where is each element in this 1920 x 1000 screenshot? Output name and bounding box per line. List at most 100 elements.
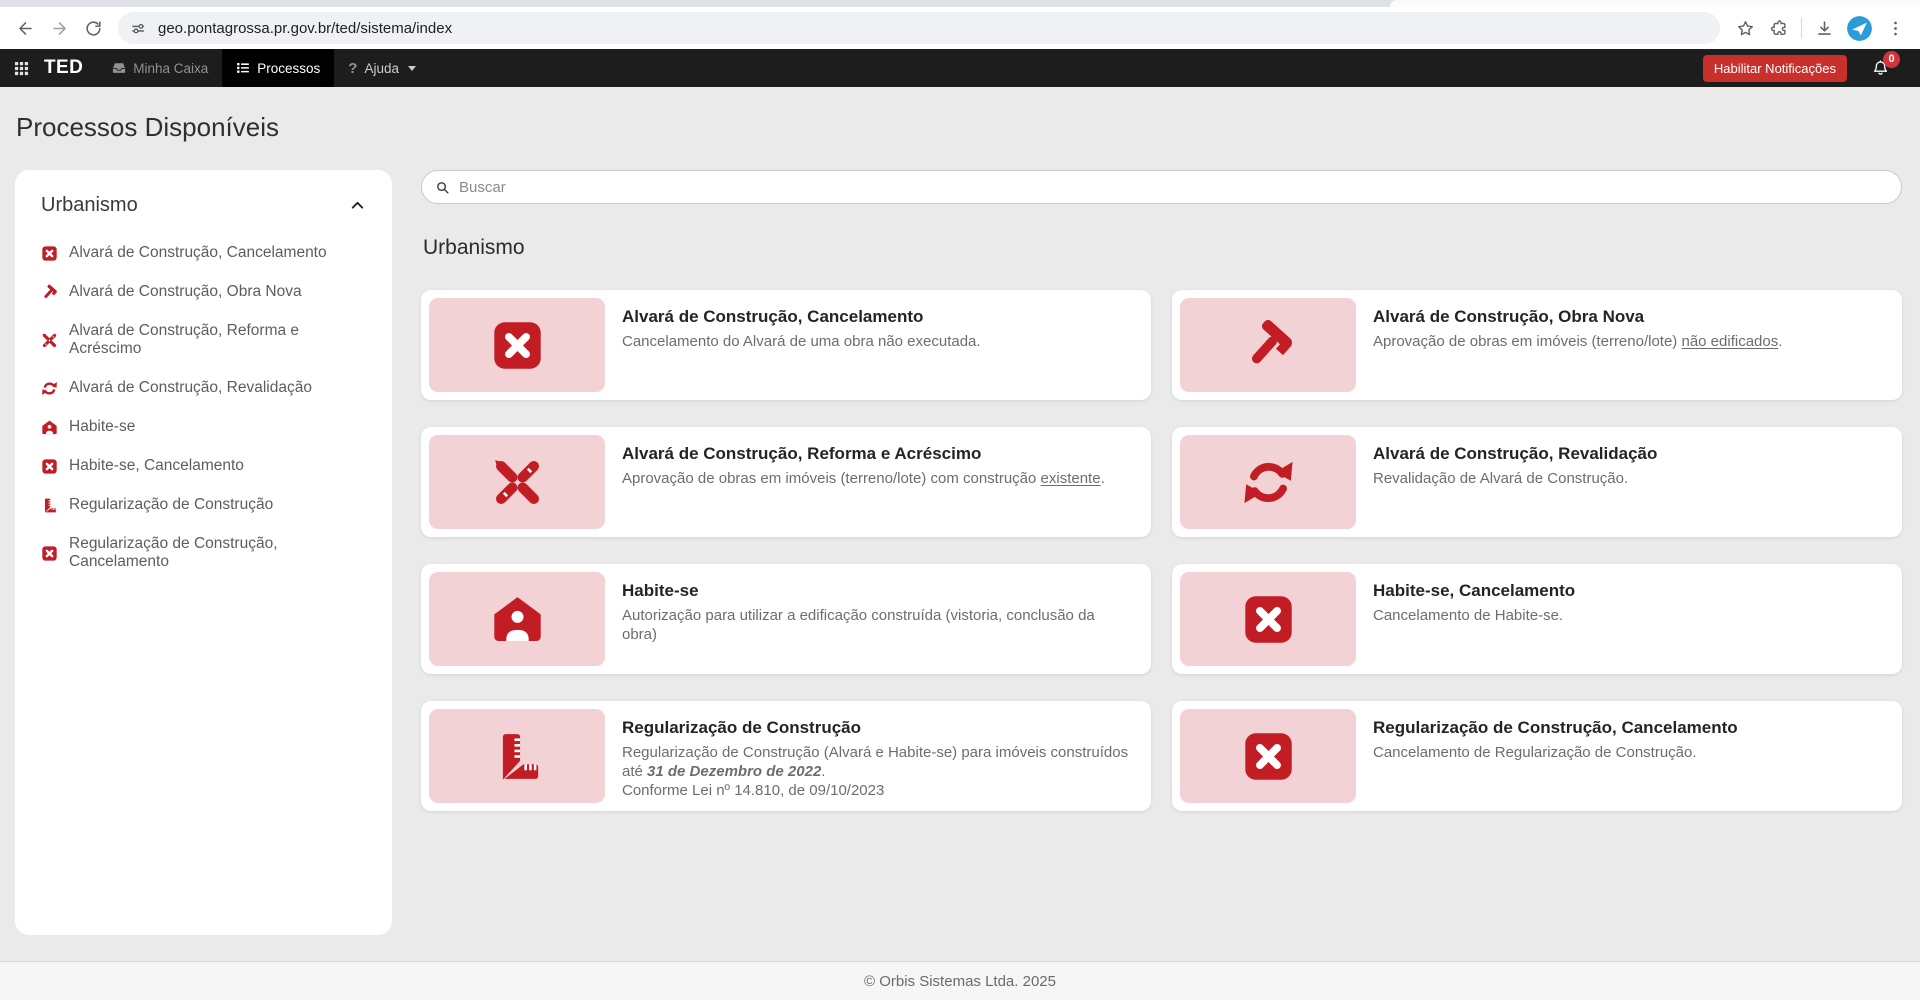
card-title: Regularização de Construção, Cancelament… [1373,718,1738,738]
hammer-icon [41,284,58,301]
ruler-combined-icon [41,497,58,514]
nav-item-processos[interactable]: Processos [222,49,334,87]
avatar-icon [1846,15,1873,42]
sidebar-item-label: Alvará de Construção, Obra Nova [69,283,302,301]
toolbar-divider [1801,18,1802,38]
sidebar-item-alvara-reforma[interactable]: Alvará de Construção, Reforma e Acréscim… [35,322,372,358]
card-title: Alvará de Construção, Revalidação [1373,444,1657,464]
card-thumbnail [429,572,605,666]
nav-item-label: Minha Caixa [133,61,208,76]
square-xmark-icon [1241,729,1296,784]
tab-strip [0,0,1920,7]
card-description: Aprovação de obras em imóveis (terreno/l… [1373,332,1782,351]
house-user-icon [490,592,545,647]
sidebar-item-regularizacao-cancelamento[interactable]: Regularização de Construção, Cancelament… [35,535,372,571]
puzzle-icon [1770,19,1789,38]
search-icon [435,180,450,195]
sidebar-item-label: Alvará de Construção, Revalidação [69,379,312,397]
sidebar-item-alvara-revalidacao[interactable]: Alvará de Construção, Revalidação [35,379,372,397]
search-bar[interactable] [421,170,1902,204]
process-card-grid: Alvará de Construção, Cancelamento Cance… [421,290,1902,811]
square-xmark-icon [41,458,58,475]
navbar-right: Habilitar Notificações 0 [1703,49,1920,87]
forward-button[interactable] [42,11,76,45]
card-regularizacao[interactable]: Regularização de Construção Regularizaçã… [421,701,1151,811]
card-habite-se[interactable]: Habite-se Autorização para utilizar a ed… [421,564,1151,674]
profile-avatar[interactable] [1846,15,1873,42]
sidebar-item-label: Habite-se [69,418,135,436]
site-info-icon[interactable] [124,14,152,42]
page-footer: © Orbis Sistemas Ltda. 2025 [0,961,1920,1000]
nav-item-minha-caixa[interactable]: Minha Caixa [98,49,222,87]
forward-icon [50,19,69,38]
sidebar-item-label: Alvará de Construção, Reforma e Acréscim… [69,322,366,358]
sidebar-item-habite-se-cancelamento[interactable]: Habite-se, Cancelamento [35,457,372,475]
kebab-menu-icon [1886,19,1905,38]
card-alvara-cancelamento[interactable]: Alvará de Construção, Cancelamento Cance… [421,290,1151,400]
card-alvara-reforma[interactable]: Alvará de Construção, Reforma e Acréscim… [421,427,1151,537]
nav-item-label: Processos [257,61,320,76]
pencil-ruler-icon [490,455,545,510]
card-thumbnail [1180,298,1356,392]
pencil-ruler-icon [41,332,58,349]
card-description: Revalidação de Alvará de Construção. [1373,469,1657,488]
card-thumbnail [429,298,605,392]
browser-chrome: geo.pontagrossa.pr.gov.br/ted/sistema/in… [0,0,1920,49]
question-icon: ? [348,60,357,77]
card-thumbnail [1180,435,1356,529]
nav-item-ajuda[interactable]: ? Ajuda [334,49,430,87]
sidebar-item-alvara-cancelamento[interactable]: Alvará de Construção, Cancelamento [35,244,372,262]
back-button[interactable] [8,11,42,45]
active-tab-edge [1390,0,1920,7]
square-xmark-icon [41,245,58,262]
browser-menu-button[interactable] [1878,11,1912,45]
card-description: Autorização para utilizar a edificação c… [622,606,1131,644]
sidebar-group-title: Urbanismo [41,194,138,217]
card-alvara-obra-nova[interactable]: Alvará de Construção, Obra Nova Aprovaçã… [1172,290,1902,400]
sidebar-item-label: Habite-se, Cancelamento [69,457,244,475]
content: Urbanismo Alvará de Construção, Cancelam… [0,170,1920,935]
list-icon [236,61,250,75]
extensions-button[interactable] [1762,11,1796,45]
nav-item-label: Ajuda [364,61,399,76]
notifications-bell-button[interactable]: 0 [1871,59,1890,78]
back-icon [16,19,35,38]
app-grid-button[interactable] [0,49,42,87]
card-description: Regularização de Construção (Alvará e Ha… [622,743,1131,800]
arrows-rotate-icon [41,380,58,397]
search-input[interactable] [459,179,1888,196]
ruler-combined-icon [490,729,545,784]
reload-icon [84,19,103,38]
address-bar[interactable]: geo.pontagrossa.pr.gov.br/ted/sistema/in… [118,12,1720,44]
card-title: Alvará de Construção, Cancelamento [622,307,981,327]
sidebar-item-label: Regularização de Construção [69,496,273,514]
sidebar-item-regularizacao[interactable]: Regularização de Construção [35,496,372,514]
brand-logo[interactable]: TED [42,49,98,87]
bookmark-star-button[interactable] [1728,11,1762,45]
card-alvara-revalidacao[interactable]: Alvará de Construção, Revalidação Revali… [1172,427,1902,537]
grid-icon [14,61,29,76]
card-habite-se-cancelamento[interactable]: Habite-se, Cancelamento Cancelamento de … [1172,564,1902,674]
card-thumbnail [429,435,605,529]
card-description: Cancelamento de Habite-se. [1373,606,1575,625]
square-xmark-icon [1241,592,1296,647]
sidebar-panel: Urbanismo Alvará de Construção, Cancelam… [15,170,392,935]
chevron-up-icon[interactable] [349,197,366,214]
sidebar-group-header[interactable]: Urbanismo [35,194,372,217]
card-regularizacao-cancelamento[interactable]: Regularização de Construção, Cancelament… [1172,701,1902,811]
card-thumbnail [429,709,605,803]
enable-notifications-button[interactable]: Habilitar Notificações [1703,55,1847,82]
card-title: Regularização de Construção [622,718,1131,738]
square-xmark-icon [490,318,545,373]
sidebar-item-alvara-obra-nova[interactable]: Alvará de Construção, Obra Nova [35,283,372,301]
card-title: Alvará de Construção, Reforma e Acréscim… [622,444,1105,464]
card-title: Habite-se, Cancelamento [1373,581,1575,601]
square-xmark-icon [41,545,58,562]
notification-badge: 0 [1883,51,1900,68]
sidebar-item-habite-se[interactable]: Habite-se [35,418,372,436]
star-icon [1736,19,1755,38]
card-title: Habite-se [622,581,1131,601]
card-title: Alvará de Construção, Obra Nova [1373,307,1782,327]
downloads-button[interactable] [1807,11,1841,45]
reload-button[interactable] [76,11,110,45]
